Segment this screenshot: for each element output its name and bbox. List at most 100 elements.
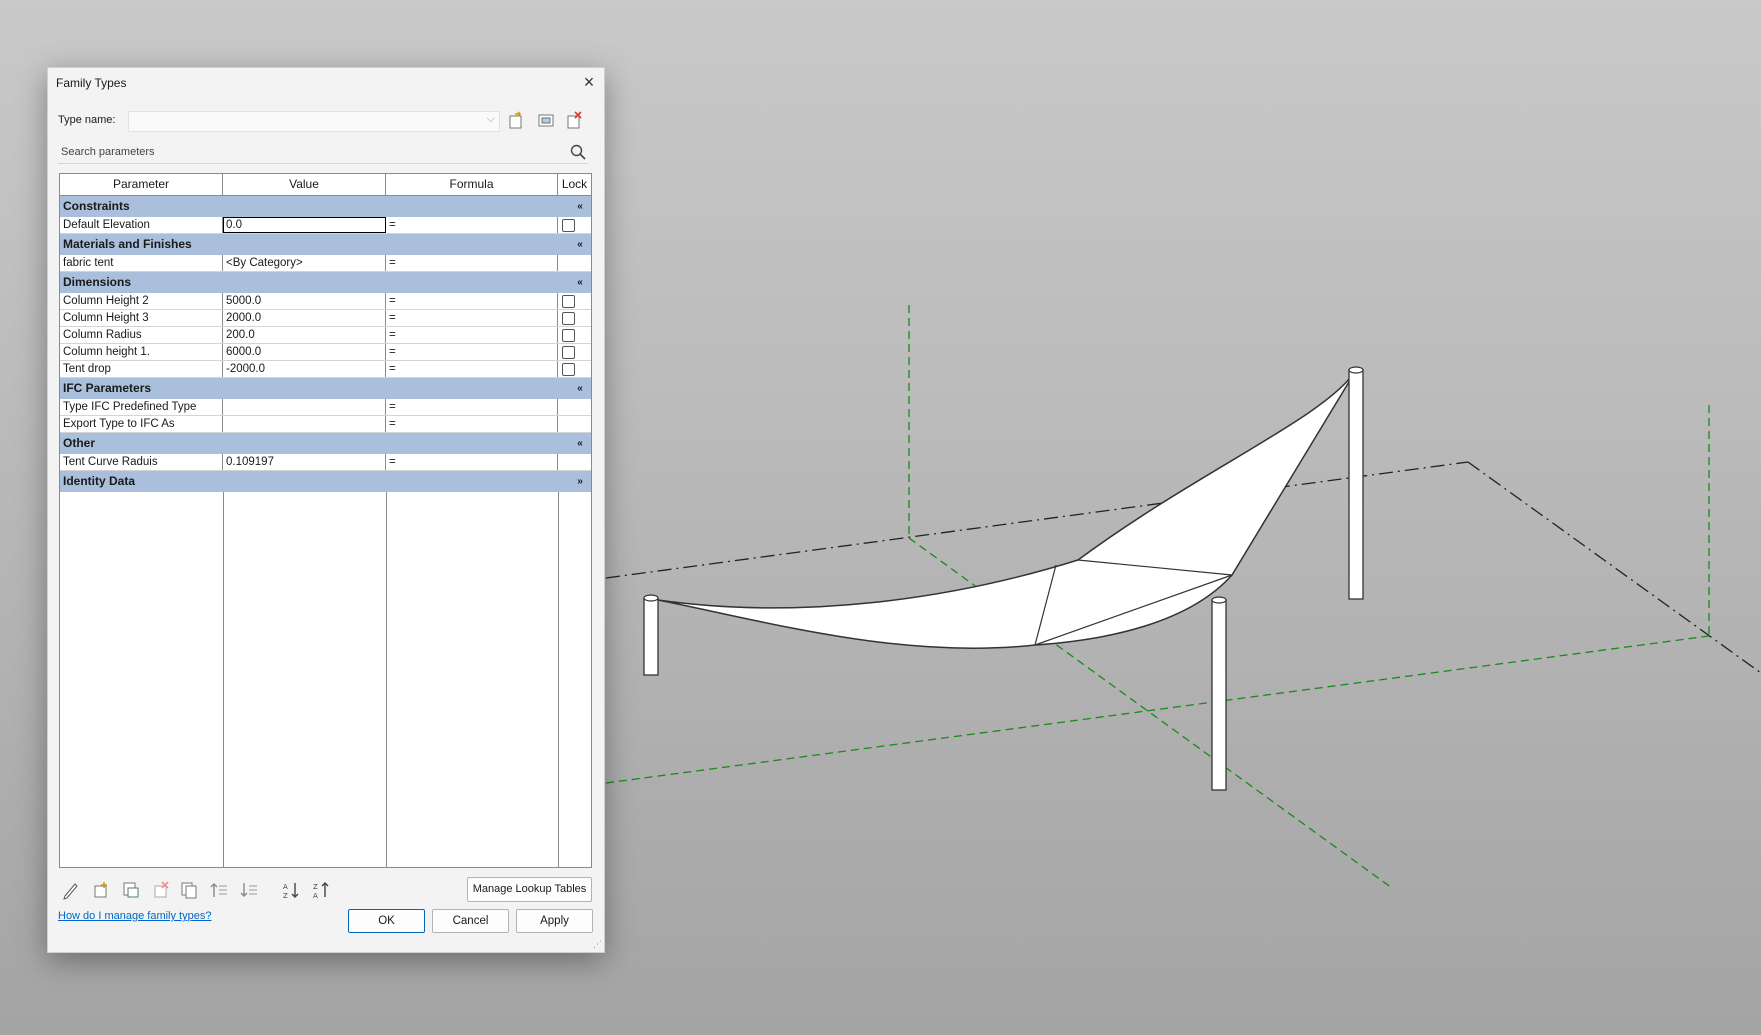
parameter-formula[interactable]: =	[386, 255, 558, 271]
parameter-formula[interactable]: =	[386, 217, 558, 233]
parameter-lock	[558, 399, 591, 415]
group-header[interactable]: Other «	[60, 433, 591, 454]
sort-ascending-icon[interactable]: AZ	[280, 879, 302, 901]
tent-canopy	[657, 371, 1356, 650]
table-row[interactable]: Column height 1. 6000.0 =	[60, 344, 591, 361]
svg-text:Z: Z	[313, 883, 318, 891]
parameter-name: Column Height 2	[60, 293, 223, 309]
parameter-lock	[558, 454, 591, 470]
resize-grip-icon[interactable]: ⋰	[593, 939, 602, 950]
type-name-dropdown[interactable]: ⌵	[128, 111, 500, 132]
parameter-value[interactable]: 6000.0	[223, 344, 386, 360]
manage-lookup-tables-button[interactable]: Manage Lookup Tables	[467, 877, 592, 902]
parameter-lock	[558, 293, 591, 309]
dialog-title: Family Types	[56, 76, 127, 90]
parameter-value[interactable]	[223, 416, 386, 432]
parameter-formula[interactable]: =	[386, 293, 558, 309]
table-row[interactable]: Column Height 3 2000.0 =	[60, 310, 591, 327]
group-header[interactable]: Constraints «	[60, 196, 591, 217]
parameter-formula[interactable]: =	[386, 416, 558, 432]
collapse-toggle-icon[interactable]: «	[569, 196, 591, 217]
group-header[interactable]: Materials and Finishes «	[60, 234, 591, 255]
svg-text:A: A	[283, 883, 288, 891]
parameter-name: Tent drop	[60, 361, 223, 377]
lock-checkbox[interactable]	[562, 346, 575, 359]
column-3	[1348, 366, 1364, 600]
lock-checkbox[interactable]	[562, 329, 575, 342]
collapse-toggle-icon[interactable]: «	[569, 272, 591, 293]
svg-text:A: A	[313, 892, 318, 900]
parameter-value[interactable]: <By Category>	[223, 255, 386, 271]
column-divider	[558, 492, 559, 867]
parameter-value[interactable]: -2000.0	[223, 361, 386, 377]
move-down-icon[interactable]	[238, 879, 260, 901]
column-header-parameter[interactable]: Parameter	[60, 174, 223, 195]
parameter-name: fabric tent	[60, 255, 223, 271]
group-name: Materials and Finishes	[63, 237, 192, 251]
parameter-value[interactable]	[223, 399, 386, 415]
parameter-formula[interactable]: =	[386, 399, 558, 415]
table-row[interactable]: Column Radius 200.0 =	[60, 327, 591, 344]
collapse-toggle-icon[interactable]: «	[569, 378, 591, 399]
parameter-value[interactable]: 0.109197	[223, 454, 386, 470]
table-row[interactable]: Type IFC Predefined Type =	[60, 399, 591, 416]
group-header[interactable]: Identity Data »	[60, 471, 591, 492]
new-type-icon[interactable]	[506, 110, 526, 130]
table-header: Parameter Value Formula Lock	[60, 174, 591, 196]
collapse-toggle-icon[interactable]: «	[569, 234, 591, 255]
parameters-table: Parameter Value Formula Lock Constraints…	[59, 173, 592, 868]
delete-type-icon[interactable]	[564, 110, 584, 130]
table-row[interactable]: Default Elevation 0.0 =	[60, 217, 591, 234]
search-icon[interactable]	[570, 144, 586, 160]
parameter-value[interactable]: 0.0	[223, 217, 386, 233]
collapse-toggle-icon[interactable]: «	[569, 433, 591, 454]
group-name: Identity Data	[63, 474, 136, 488]
parameter-lock	[558, 217, 591, 233]
table-row[interactable]: Column Height 2 5000.0 =	[60, 293, 591, 310]
group-name: Dimensions	[63, 275, 132, 289]
new-parameter-icon[interactable]	[90, 879, 112, 901]
apply-button[interactable]: Apply	[516, 909, 593, 933]
lock-checkbox[interactable]	[562, 219, 575, 232]
help-link[interactable]: How do I manage family types?	[58, 910, 211, 922]
parameter-lock	[558, 310, 591, 326]
rename-type-icon[interactable]	[536, 110, 556, 130]
search-input[interactable]: Search parameters	[58, 143, 588, 164]
copy-parameter-icon[interactable]	[178, 879, 200, 901]
sort-descending-icon[interactable]: ZA	[310, 879, 332, 901]
collapse-toggle-icon[interactable]: »	[569, 471, 591, 492]
edit-parameter-icon[interactable]	[60, 879, 82, 901]
parameter-formula[interactable]: =	[386, 327, 558, 343]
chevron-down-icon: ⌵	[486, 113, 495, 125]
shared-parameter-icon[interactable]	[120, 879, 142, 901]
parameter-value[interactable]: 200.0	[223, 327, 386, 343]
column-header-value[interactable]: Value	[223, 174, 386, 195]
table-row[interactable]: Tent drop -2000.0 =	[60, 361, 591, 378]
column-header-lock[interactable]: Lock	[558, 174, 591, 195]
table-row[interactable]: fabric tent <By Category> =	[60, 255, 591, 272]
lock-checkbox[interactable]	[562, 312, 575, 325]
parameter-formula[interactable]: =	[386, 361, 558, 377]
parameter-lock	[558, 344, 591, 360]
lock-checkbox[interactable]	[562, 363, 575, 376]
table-row[interactable]: Tent Curve Raduis 0.109197 =	[60, 454, 591, 471]
group-header[interactable]: IFC Parameters «	[60, 378, 591, 399]
column-header-formula[interactable]: Formula	[386, 174, 558, 195]
table-row[interactable]: Export Type to IFC As =	[60, 416, 591, 433]
cancel-button[interactable]: Cancel	[432, 909, 509, 933]
type-name-label: Type name:	[58, 114, 116, 126]
ok-button[interactable]: OK	[348, 909, 425, 933]
delete-parameter-icon[interactable]	[150, 879, 172, 901]
parameter-formula[interactable]: =	[386, 310, 558, 326]
parameter-value[interactable]: 2000.0	[223, 310, 386, 326]
parameter-formula[interactable]: =	[386, 454, 558, 470]
group-name: Other	[63, 436, 96, 450]
lock-checkbox[interactable]	[562, 295, 575, 308]
group-header[interactable]: Dimensions «	[60, 272, 591, 293]
parameter-formula[interactable]: =	[386, 344, 558, 360]
close-icon[interactable]: ×	[580, 73, 598, 91]
parameter-value[interactable]: 5000.0	[223, 293, 386, 309]
parameter-name: Column height 1.	[60, 344, 223, 360]
parameter-name: Export Type to IFC As	[60, 416, 223, 432]
move-up-icon[interactable]	[208, 879, 230, 901]
